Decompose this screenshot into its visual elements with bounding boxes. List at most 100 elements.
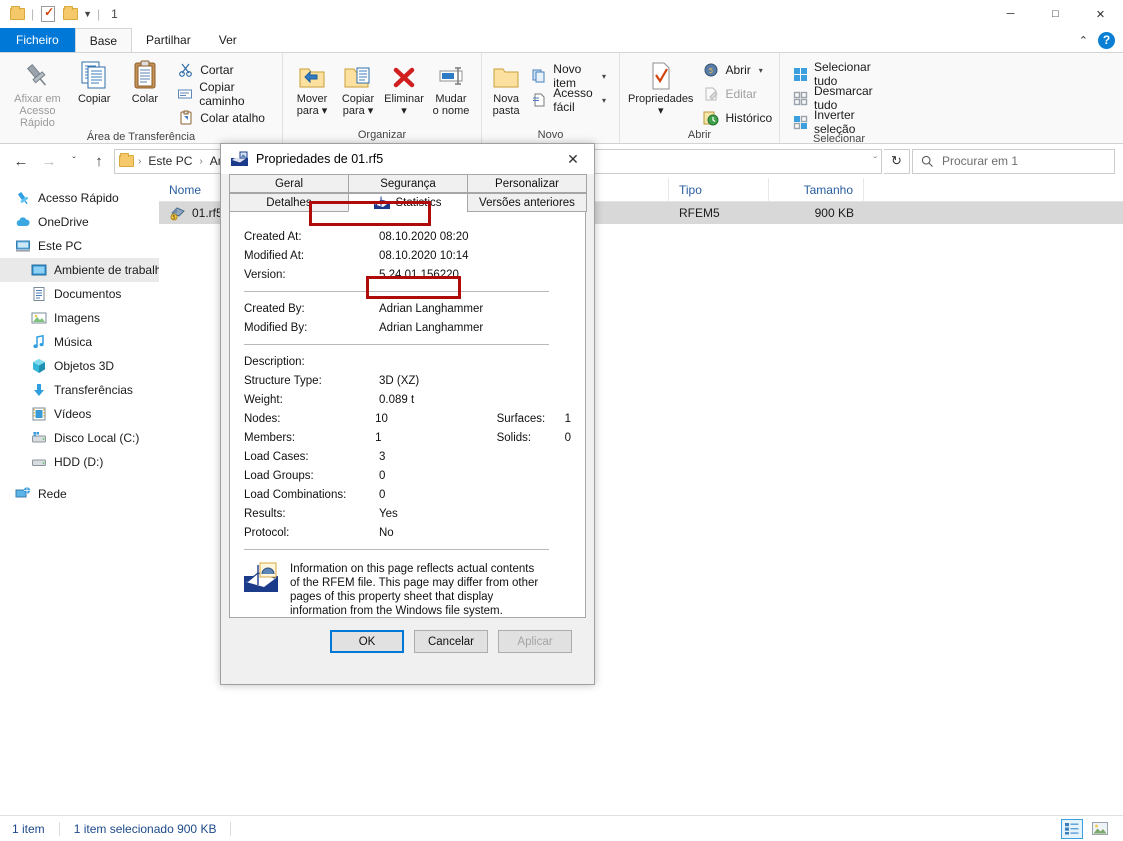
field-label: Structure Type: (244, 375, 322, 387)
properties-label: Propriedades ▾ (628, 93, 694, 117)
sidebar-item-musica[interactable]: Música (0, 330, 159, 354)
tab-ficheiro[interactable]: Ficheiro (0, 28, 75, 52)
dialog-tabs-row-2: Detalhes Statistics Versões anteriores (229, 193, 587, 212)
edit-button[interactable]: Editar (699, 83, 775, 105)
new-folder-icon[interactable] (61, 5, 79, 23)
search-input[interactable]: Procurar em 1 (912, 148, 1115, 174)
open-button[interactable]: 5 Abrir ▾ (699, 59, 775, 81)
dialog-close-button[interactable]: ✕ (552, 144, 594, 174)
this-pc-icon (14, 238, 31, 255)
column-header-type[interactable]: Tipo (669, 177, 769, 202)
easy-access-icon (531, 92, 547, 109)
sidebar-item-imagens[interactable]: Imagens (0, 306, 159, 330)
tab-statistics[interactable]: Statistics (348, 193, 468, 212)
dialog-title-bar: Propriedades de 01.rf5 ✕ (221, 144, 594, 174)
field-label: Members: (244, 432, 296, 444)
sidebar-item-ambiente-de-trabalho[interactable]: Ambiente de trabalho (0, 258, 159, 282)
tab-personalizar[interactable]: Personalizar (467, 174, 587, 193)
invert-selection-button[interactable]: Inverter seleção (790, 108, 888, 136)
maximize-button[interactable]: □ (1033, 0, 1078, 28)
breadcrumb-item-0[interactable]: Este PC (145, 154, 195, 168)
back-button[interactable]: ← (8, 148, 34, 174)
sidebar-item-disco-local-c[interactable]: Disco Local (C:) (0, 426, 159, 450)
sidebar-item-rede[interactable]: Rede (0, 482, 159, 506)
minimize-button[interactable]: ─ (988, 0, 1033, 28)
tab-detalhes[interactable]: Detalhes (229, 193, 349, 212)
field-label: Version: (244, 269, 286, 281)
cancel-button[interactable]: Cancelar (414, 630, 488, 653)
field-value: 0 (379, 470, 386, 482)
divider (244, 291, 549, 292)
collapse-ribbon-icon[interactable]: ⌃ (1079, 34, 1088, 47)
copy-path-icon (177, 86, 193, 103)
column-header-size[interactable]: Tamanho (769, 177, 864, 202)
group-label-new: Novo (537, 129, 564, 141)
up-button[interactable]: ↑ (86, 148, 112, 174)
sidebar-item-acesso-rapido[interactable]: Acesso Rápido (0, 186, 159, 210)
select-none-icon (793, 90, 808, 107)
field-value (379, 353, 504, 372)
tab-geral[interactable]: Geral (229, 174, 349, 193)
history-button[interactable]: Histórico (699, 107, 775, 129)
rfem-file-icon: 5 (169, 205, 186, 222)
apply-button[interactable]: Aplicar (498, 630, 572, 653)
cut-button[interactable]: Cortar (174, 59, 272, 81)
paste-button[interactable]: Colar (120, 57, 171, 107)
ribbon-group-organize: Mover para ▾ Copiar para ▾ Eliminar ▾ Mu… (283, 53, 482, 143)
field-label: Created By: (244, 303, 305, 315)
chevron-down-icon[interactable]: ˇ (874, 156, 877, 167)
select-none-button[interactable]: Desmarcar tudo (790, 84, 888, 112)
tab-ver[interactable]: Ver (205, 28, 251, 52)
rename-button[interactable]: Mudar o nome (427, 57, 475, 119)
folder-icon[interactable] (8, 5, 26, 23)
delete-button[interactable]: Eliminar ▾ (381, 57, 427, 119)
field-created-at: Created At: 08.10.2020 08:20 (244, 228, 571, 247)
details-view-icon[interactable] (1061, 818, 1083, 839)
properties-dialog: Propriedades de 01.rf5 ✕ Geral Segurança… (220, 143, 595, 685)
sidebar-label: Acesso Rápido (38, 191, 119, 205)
network-icon (14, 486, 31, 503)
new-folder-button[interactable]: Nova pasta (488, 57, 524, 119)
sidebar-item-este-pc[interactable]: Este PC (0, 234, 159, 258)
help-icon[interactable]: ? (1098, 31, 1115, 49)
close-button[interactable]: ✕ (1078, 0, 1123, 28)
select-all-button[interactable]: Selecionar tudo (790, 60, 888, 88)
properties-button[interactable]: Propriedades ▾ (626, 57, 695, 119)
large-icons-view-icon[interactable] (1089, 819, 1111, 839)
sidebar-item-transferencias[interactable]: Transferências (0, 378, 159, 402)
dialog-tabs-row-1: Geral Segurança Personalizar (229, 174, 587, 193)
objects3d-icon (30, 358, 47, 375)
sidebar-item-objetos-3d[interactable]: Objetos 3D (0, 354, 159, 378)
tab-partilhar[interactable]: Partilhar (132, 28, 205, 52)
field-value: 5.24.01.156220 (379, 269, 459, 281)
divider: | (31, 7, 35, 21)
recent-locations-button[interactable]: ˇ (64, 148, 84, 174)
easy-access-button[interactable]: Acesso fácil ▾ (528, 86, 609, 114)
tab-base[interactable]: Base (74, 28, 133, 52)
chevron-down-icon[interactable]: ▼ (83, 9, 92, 19)
field-members: Members: 1 Solids: 0 (244, 429, 571, 448)
documents-icon (30, 286, 47, 303)
ok-button[interactable]: OK (330, 630, 404, 653)
pictures-icon (30, 310, 47, 327)
sidebar-item-onedrive[interactable]: OneDrive (0, 210, 159, 234)
refresh-button[interactable]: ↻ (884, 148, 910, 174)
copy-button[interactable]: Copiar (69, 57, 120, 107)
field-label: Protocol: (244, 527, 290, 539)
copy-to-button[interactable]: Copiar para ▾ (335, 57, 381, 119)
sidebar-item-hdd-d[interactable]: HDD (D:) (0, 450, 159, 474)
new-item-button[interactable]: Novo item ▾ (528, 62, 609, 90)
forward-button[interactable]: → (36, 148, 62, 174)
sidebar-item-documentos[interactable]: Documentos (0, 282, 159, 306)
tab-seguranca[interactable]: Segurança (348, 174, 468, 193)
cloud-icon (14, 214, 31, 231)
copy-path-button[interactable]: Copiar caminho (174, 80, 272, 108)
move-to-button[interactable]: Mover para ▾ (289, 57, 335, 119)
quick-access-toolbar: | ▼ | 1 (0, 5, 118, 23)
ribbon-group-open: Propriedades ▾ 5 Abrir ▾ Editar Históric… (620, 53, 780, 143)
pin-to-quick-access-button[interactable]: Afixar em Acesso Rápido (6, 57, 69, 131)
sidebar-item-videos[interactable]: Vídeos (0, 402, 159, 426)
paste-shortcut-button[interactable]: Colar atalho (174, 107, 272, 129)
tab-versoes-anteriores[interactable]: Versões anteriores (467, 193, 587, 212)
properties-check-icon[interactable] (39, 5, 57, 23)
